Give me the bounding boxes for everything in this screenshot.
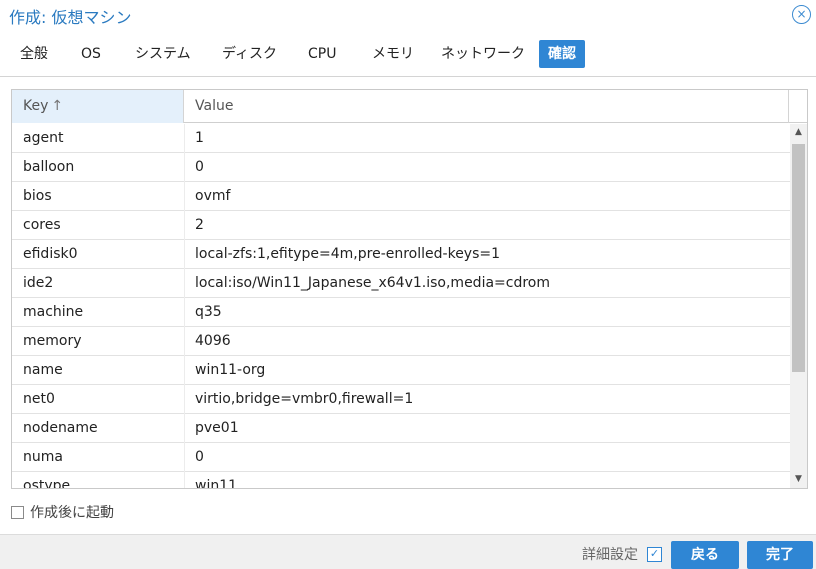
row-value: local-zfs:1,efitype=4m,pre-enrolled-keys… bbox=[195, 246, 501, 262]
row-key: agent bbox=[23, 130, 64, 146]
row-value: 0 bbox=[195, 159, 204, 175]
scroll-down-icon[interactable]: ▼ bbox=[790, 471, 807, 488]
table-row[interactable]: numa 0 bbox=[12, 443, 790, 472]
dialog-footer: 詳細設定 ✓ 戻る 完了 bbox=[0, 534, 816, 569]
advanced-checkbox[interactable]: ✓ bbox=[647, 547, 662, 562]
row-value: virtio,bridge=vmbr0,firewall=1 bbox=[195, 391, 414, 407]
row-key: memory bbox=[23, 333, 82, 349]
tab-cpu[interactable]: CPU bbox=[308, 40, 336, 68]
row-value: win11 bbox=[195, 478, 238, 488]
table-row[interactable]: efidisk0 local-zfs:1,efitype=4m,pre-enrol… bbox=[12, 240, 790, 269]
table-row[interactable]: memory 4096 bbox=[12, 327, 790, 356]
table-row[interactable]: name win11-org bbox=[12, 356, 790, 385]
table-row[interactable]: agent 1 bbox=[12, 124, 790, 153]
table-row[interactable]: bios ovmf bbox=[12, 182, 790, 211]
grid-header: Key ↑ Value bbox=[12, 90, 807, 123]
tab-divider bbox=[0, 76, 816, 77]
scroll-up-icon[interactable]: ▲ bbox=[790, 124, 807, 141]
table-row[interactable]: nodename pve01 bbox=[12, 414, 790, 443]
row-key: nodename bbox=[23, 420, 98, 436]
row-key: numa bbox=[23, 449, 63, 465]
tab-os[interactable]: OS bbox=[81, 40, 101, 68]
close-icon[interactable]: × bbox=[792, 5, 811, 24]
dialog-title: 作成: 仮想マシン bbox=[9, 8, 132, 27]
sort-ascending-icon: ↑ bbox=[51, 98, 64, 114]
column-header-key[interactable]: Key ↑ bbox=[12, 90, 184, 123]
table-row[interactable]: ostype win11 bbox=[12, 472, 790, 488]
row-value: q35 bbox=[195, 304, 222, 320]
column-header-spacer bbox=[789, 90, 807, 123]
start-after-create-option[interactable]: 作成後に起動 bbox=[11, 502, 114, 522]
confirm-grid: Key ↑ Value agent 1 balloon 0 bios ovmf core… bbox=[11, 89, 808, 489]
create-vm-dialog: 作成: 仮想マシン × 全般 OS システム ディスク CPU メモリ ネットワ… bbox=[0, 0, 816, 569]
row-value: 1 bbox=[195, 130, 204, 146]
back-button[interactable]: 戻る bbox=[671, 541, 739, 569]
table-row[interactable]: ide2 local:iso/Win11_Japanese_x64v1.iso,m… bbox=[12, 269, 790, 298]
start-after-create-checkbox[interactable] bbox=[11, 506, 24, 519]
tab-confirm[interactable]: 確認 bbox=[539, 40, 585, 68]
column-header-value-label: Value bbox=[195, 98, 234, 114]
table-row[interactable]: machine q35 bbox=[12, 298, 790, 327]
row-value: 4096 bbox=[195, 333, 231, 349]
advanced-label: 詳細設定 bbox=[582, 547, 638, 563]
row-key: ostype bbox=[23, 478, 71, 488]
table-row[interactable]: net0 virtio,bridge=vmbr0,firewall=1 bbox=[12, 385, 790, 414]
tab-network[interactable]: ネットワーク bbox=[441, 40, 525, 68]
row-value: ovmf bbox=[195, 188, 231, 204]
row-key: net0 bbox=[23, 391, 55, 407]
tab-general[interactable]: 全般 bbox=[20, 40, 48, 68]
row-value: win11-org bbox=[195, 362, 266, 378]
table-row[interactable]: balloon 0 bbox=[12, 153, 790, 182]
row-key: name bbox=[23, 362, 63, 378]
row-key: balloon bbox=[23, 159, 75, 175]
scroll-thumb[interactable] bbox=[792, 144, 805, 372]
column-header-value[interactable]: Value bbox=[184, 90, 789, 123]
grid-rows: agent 1 balloon 0 bios ovmf cores 2 efidisk0… bbox=[12, 124, 790, 488]
row-key: cores bbox=[23, 217, 61, 233]
vertical-scrollbar[interactable]: ▲ ▼ bbox=[790, 124, 807, 488]
row-key: efidisk0 bbox=[23, 246, 78, 262]
row-value: 0 bbox=[195, 449, 204, 465]
row-key: bios bbox=[23, 188, 52, 204]
tab-bar: 全般 OS システム ディスク CPU メモリ ネットワーク 確認 bbox=[0, 36, 816, 72]
row-key: ide2 bbox=[23, 275, 54, 291]
tab-disk[interactable]: ディスク bbox=[222, 40, 277, 68]
start-after-create-label: 作成後に起動 bbox=[30, 505, 114, 521]
tab-memory[interactable]: メモリ bbox=[372, 40, 414, 68]
row-value: pve01 bbox=[195, 420, 239, 436]
row-value: local:iso/Win11_Japanese_x64v1.iso,media… bbox=[195, 275, 550, 291]
tab-system[interactable]: システム bbox=[135, 40, 191, 68]
column-header-key-label: Key bbox=[23, 98, 49, 114]
row-key: machine bbox=[23, 304, 84, 320]
finish-button[interactable]: 完了 bbox=[747, 541, 813, 569]
row-value: 2 bbox=[195, 217, 204, 233]
table-row[interactable]: cores 2 bbox=[12, 211, 790, 240]
title-bar: 作成: 仮想マシン × bbox=[0, 0, 816, 30]
